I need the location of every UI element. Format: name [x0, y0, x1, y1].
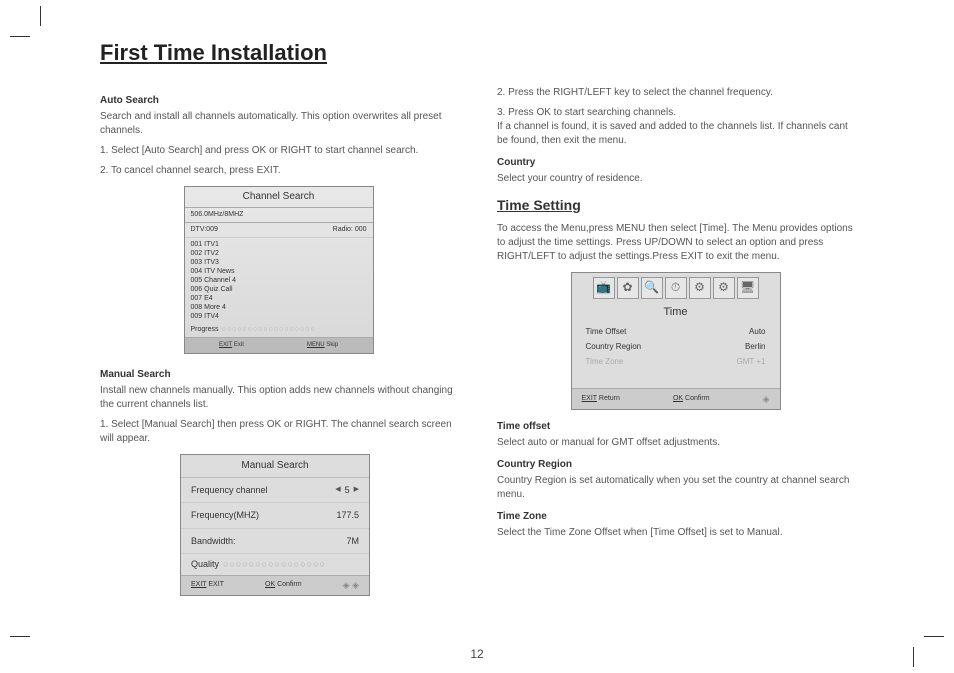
list-item: 007 E4: [191, 294, 367, 303]
manual-search-panel: Manual Search Frequency channel ◀ 5 ▶ Fr…: [180, 454, 370, 596]
value: Auto: [749, 326, 765, 337]
label: Time Zone: [586, 356, 624, 367]
country-heading: Country: [497, 156, 854, 170]
dpad-icon: ◈: [763, 393, 770, 406]
list-item: 009 ITV4: [191, 312, 367, 321]
display-icon[interactable]: 🖥: [737, 277, 759, 299]
panel-frequency: 506.0MHz/8MHZ: [185, 207, 373, 223]
label: Bandwidth:: [191, 535, 236, 548]
country-region-heading: Country Region: [497, 458, 854, 472]
ok-hint: OK Confirm: [673, 394, 710, 404]
menu-icon-bar: 📺 ✿ 🔍 ⏱ ⚙ ⚙ 🖥: [572, 273, 780, 303]
panel-title: Time: [572, 303, 780, 324]
body-text: Install new channels manually. This opti…: [100, 384, 457, 412]
auto-search-heading: Auto Search: [100, 94, 457, 108]
right-arrow-icon[interactable]: ▶: [354, 485, 359, 495]
value: 5: [345, 484, 350, 497]
exit-hint: EXIT EXIT: [191, 580, 224, 590]
value: 7M: [346, 535, 359, 548]
list-item: 008 More 4: [191, 303, 367, 312]
panel-title: Manual Search: [181, 455, 369, 478]
body-text: To access the Menu,press MENU then selec…: [497, 222, 854, 264]
list-item: 002 ITV2: [191, 249, 367, 258]
body-text: 2. To cancel channel search, press EXIT.: [100, 164, 457, 178]
progress-dots: ○○○○○○○○○○○○○○○○○○: [222, 325, 316, 335]
label: Frequency channel: [191, 484, 268, 497]
body-text: 1. Select [Manual Search] then press OK …: [100, 418, 457, 446]
dpad-icon: ◈ ◈: [343, 579, 359, 592]
value: Berlin: [745, 341, 765, 352]
body-text: Country Region is set automatically when…: [497, 474, 854, 502]
body-text: Select the Time Zone Offset when [Time O…: [497, 526, 854, 540]
body-text: Select your country of residence.: [497, 172, 854, 186]
label: Time Offset: [586, 326, 627, 337]
left-column: Auto Search Search and install all chann…: [100, 86, 457, 604]
list-item: 005 Channel 4: [191, 276, 367, 285]
exit-hint: EXIT Return: [582, 394, 620, 404]
ok-hint: OK Confirm: [265, 580, 302, 590]
quality-label: Quality: [191, 558, 219, 571]
body-text: 1. Select [Auto Search] and press OK or …: [100, 144, 457, 158]
body-text: Search and install all channels automati…: [100, 110, 457, 138]
quality-dots: ○○○○○○○○○○○○○○○○: [223, 558, 326, 571]
time-panel: 📺 ✿ 🔍 ⏱ ⚙ ⚙ 🖥 Time Time Offset Auto Coun…: [571, 272, 781, 411]
value: 177.5: [336, 509, 359, 522]
value: GMT +1: [737, 356, 766, 367]
radio-count: Radio: 000: [333, 225, 367, 235]
tv-icon[interactable]: 📺: [593, 277, 615, 299]
time-offset-heading: Time offset: [497, 420, 854, 434]
channel-search-panel: Channel Search 506.0MHz/8MHZ DTV:009 Rad…: [184, 186, 374, 354]
search-icon[interactable]: 🔍: [641, 277, 663, 299]
progress-label: Progress: [191, 325, 219, 335]
page-number: 12: [0, 647, 954, 661]
list-item: 006 Quiz Call: [191, 285, 367, 294]
label: Country Region: [586, 341, 642, 352]
list-item: 001 ITV1: [191, 240, 367, 249]
body-text: 2. Press the RIGHT/LEFT key to select th…: [497, 86, 854, 100]
settings-icon[interactable]: ⚙: [689, 277, 711, 299]
list-item: 004 ITV News: [191, 267, 367, 276]
body-text: Select auto or manual for GMT offset adj…: [497, 436, 854, 450]
panel-title: Channel Search: [185, 187, 373, 207]
manual-search-heading: Manual Search: [100, 368, 457, 382]
body-text: If a channel is found, it is saved and a…: [497, 120, 854, 148]
media-icon[interactable]: ✿: [617, 277, 639, 299]
right-column: 2. Press the RIGHT/LEFT key to select th…: [497, 86, 854, 604]
left-arrow-icon[interactable]: ◀: [335, 485, 340, 495]
body-text: 3. Press OK to start searching channels.: [497, 106, 854, 120]
channel-list: 001 ITV1 002 ITV2 003 ITV3 004 ITV News …: [185, 238, 373, 324]
skip-hint: MENU Skip: [307, 341, 338, 349]
settings-alt-icon[interactable]: ⚙: [713, 277, 735, 299]
label: Frequency(MHZ): [191, 509, 259, 522]
dtv-count: DTV:009: [191, 225, 218, 235]
list-item: 003 ITV3: [191, 258, 367, 267]
exit-hint: EXIT Exit: [219, 341, 244, 349]
time-setting-heading: Time Setting: [497, 196, 854, 216]
time-icon[interactable]: ⏱: [665, 277, 687, 299]
page-title: First Time Installation: [100, 40, 854, 66]
time-zone-heading: Time Zone: [497, 510, 854, 524]
